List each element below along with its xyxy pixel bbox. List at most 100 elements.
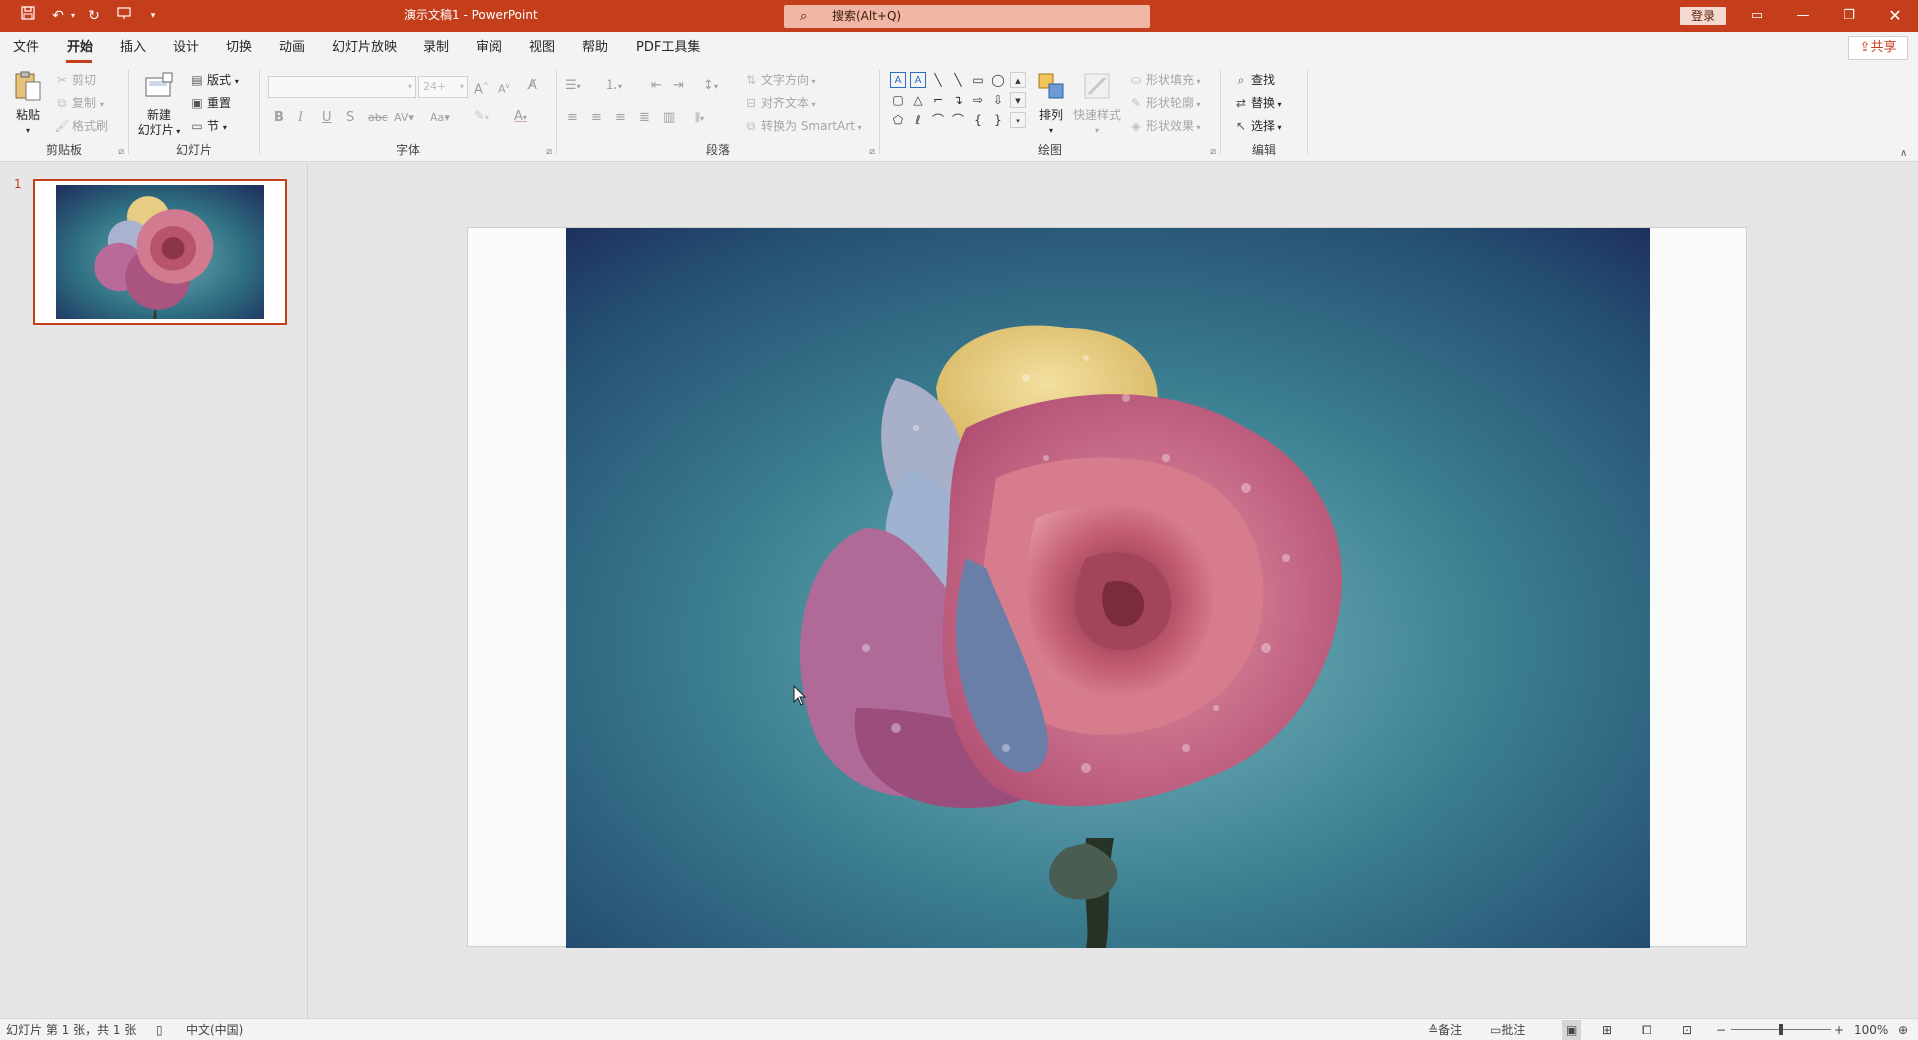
undo-icon[interactable]: ↶ [48,6,68,26]
tab-insert[interactable]: 插入 [120,39,146,57]
slide-thumbnail[interactable] [33,179,287,325]
comments-button[interactable]: ▭批注 [1490,1020,1525,1040]
align-right-icon[interactable]: ≡ [615,110,626,126]
font-name-dropdown[interactable]: ▾ [268,76,416,98]
tab-animations[interactable]: 动画 [279,39,305,57]
share-button[interactable]: ⇪共享 [1848,36,1908,60]
align-left-icon[interactable]: ≡ [567,110,578,126]
rectangle-shape-icon[interactable]: ▭ [970,72,986,88]
clear-formatting-icon[interactable]: A̸ [528,78,537,94]
tab-home[interactable]: 开始 [67,39,93,57]
tab-transitions[interactable]: 切换 [226,39,252,57]
normal-view-icon[interactable]: ▣ [1562,1020,1582,1040]
reading-view-icon[interactable]: ⧠ [1642,1020,1652,1040]
italic-icon[interactable]: I [298,110,303,126]
shape-fill-button[interactable]: ⛀ 形状填充 ▾ [1128,72,1201,90]
increase-font-size-icon[interactable]: A^ [474,78,489,98]
rose-picture[interactable] [566,228,1650,948]
arrange-button[interactable]: 排列 ▾ [1034,70,1068,138]
clipboard-launcher-icon[interactable]: ⧄ [118,147,124,157]
ribbon-display-options-icon[interactable]: ▭ [1734,0,1780,32]
text-box-shape-icon[interactable]: A [890,72,906,88]
bullets-icon[interactable]: ☰▾ [565,78,581,95]
redo-icon[interactable]: ↻ [84,6,104,26]
close-icon[interactable]: ✕ [1872,0,1918,32]
customize-toolbar-icon[interactable]: ▾ [146,6,160,26]
tab-help[interactable]: 帮助 [582,39,608,57]
tab-review[interactable]: 审阅 [476,39,502,57]
drawing-launcher-icon[interactable]: ⧄ [1210,147,1216,157]
increase-indent-icon[interactable]: ⇥ [673,78,684,94]
change-case-icon[interactable]: Aa▾ [430,110,450,126]
line-shape-icon[interactable]: ╲ [930,72,946,88]
underline-icon[interactable]: U [322,110,332,126]
curve-shape-icon[interactable]: ⌒ [930,112,946,128]
start-from-beginning-icon[interactable] [114,6,134,26]
align-text-button[interactable]: ⊟ 对齐文本 ▾ [743,95,816,113]
convert-smartart-button[interactable]: ⧉ 转换为 SmartArt ▾ [743,118,862,136]
zoom-in-icon[interactable]: + [1834,1020,1844,1040]
zoom-slider-thumb[interactable] [1779,1024,1783,1035]
paragraph-launcher-icon[interactable]: ⧄ [869,147,875,157]
right-arrow-shape-icon[interactable]: ⇨ [970,92,986,108]
reset-button[interactable]: ▣ 重置 [189,95,231,111]
select-button[interactable]: ↖ 选择 ▾ [1233,118,1282,136]
paste-button[interactable]: 粘贴 ▾ [10,70,46,138]
undo-dropdown-icon[interactable]: ▾ [68,6,78,26]
save-icon[interactable] [18,6,38,26]
decrease-indent-icon[interactable]: ⇤ [651,78,662,94]
restore-icon[interactable]: ❐ [1826,0,1872,32]
collapse-ribbon-icon[interactable]: ∧ [1900,148,1907,159]
oval-shape-icon[interactable]: ◯ [990,72,1006,88]
font-color-icon[interactable]: A▾ [514,109,527,126]
tab-pdf-tools[interactable]: PDF工具集 [636,39,700,57]
highlight-color-icon[interactable]: ✎▾ [474,109,489,126]
replace-button[interactable]: ⇄ 替换 ▾ [1233,95,1282,113]
distributed-icon[interactable]: ▥ [663,110,675,126]
slide-sorter-view-icon[interactable]: ⊞ [1602,1020,1612,1040]
fit-to-window-icon[interactable]: ⊕ [1898,1020,1908,1040]
layout-button[interactable]: ▤ 版式 ▾ [189,72,239,90]
slide-show-view-icon[interactable]: ⊡ [1682,1020,1692,1040]
align-center-icon[interactable]: ≡ [591,110,602,126]
rounded-rectangle-shape-icon[interactable]: ▢ [890,92,906,108]
gallery-scroll-up-icon[interactable]: ▲ [1010,72,1026,88]
gallery-more-icon[interactable]: ▾ [1010,112,1026,128]
left-brace-shape-icon[interactable]: { [970,112,986,128]
text-direction-button[interactable]: ⇅ 文字方向 ▾ [743,72,816,90]
justify-icon[interactable]: ≣ [639,110,650,126]
down-arrow-shape-icon[interactable]: ⇩ [990,92,1006,108]
tab-view[interactable]: 视图 [529,39,555,57]
tab-file[interactable]: 文件 [13,39,39,57]
tab-design[interactable]: 设计 [173,39,199,57]
language-status[interactable]: 中文(中国) [186,1020,243,1040]
triangle-shape-icon[interactable]: △ [910,92,926,108]
notes-button[interactable]: ≙备注 [1428,1020,1462,1040]
gallery-scroll-down-icon[interactable]: ▼ [1010,92,1026,108]
character-spacing-icon[interactable]: AV▾ [394,110,414,126]
minimize-icon[interactable]: — [1780,0,1826,32]
section-button[interactable]: ▭ 节 ▾ [189,118,227,136]
elbow-connector-shape-icon[interactable]: ⌐ [930,92,946,108]
text-shadow-icon[interactable]: S [346,110,354,126]
columns-icon[interactable]: ⫼▾ [695,110,704,127]
slide-canvas[interactable] [467,227,1747,948]
scribble-shape-icon[interactable]: ℓ [910,112,926,128]
quick-styles-button[interactable]: 快速样式 ▾ [1072,70,1122,138]
freeform-shape-icon[interactable]: ⬠ [890,112,906,128]
zoom-out-icon[interactable]: − [1716,1020,1726,1040]
find-button[interactable]: ⌕ 查找 [1233,72,1275,88]
copy-button[interactable]: ⧉ 复制 ▾ [54,95,104,113]
arc-shape-icon[interactable]: ⌒ [950,112,966,128]
font-launcher-icon[interactable]: ⧄ [546,147,552,157]
numbering-icon[interactable]: ⒈▾ [605,78,622,95]
accessibility-icon[interactable]: ▯ [156,1020,163,1040]
new-slide-button[interactable]: 新建 幻灯片 ▾ [134,70,184,139]
vertical-text-box-shape-icon[interactable]: A [910,72,926,88]
shape-effects-button[interactable]: ◈ 形状效果 ▾ [1128,118,1200,136]
right-brace-shape-icon[interactable]: } [990,112,1006,128]
shapes-gallery[interactable]: A A ╲ ╲ ▭ ◯ ▢ △ ⌐ ↴ ⇨ ⇩ ⬠ ℓ ⌒ ⌒ { } ▲ ▼ … [888,72,1026,130]
search-input[interactable]: ⌕ 搜索(Alt+Q) [784,5,1150,28]
decrease-font-size-icon[interactable]: Av [498,78,510,98]
line-spacing-icon[interactable]: ↕▾ [703,78,718,95]
